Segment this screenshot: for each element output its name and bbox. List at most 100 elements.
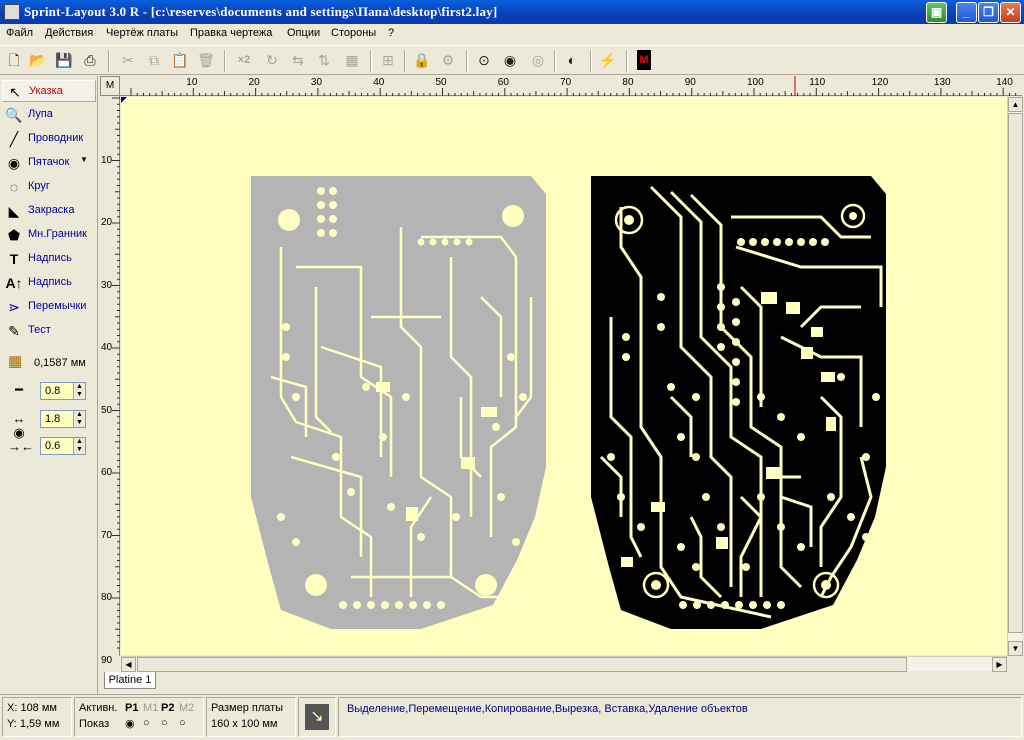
- copy-icon[interactable]: ⧉: [144, 50, 164, 70]
- autoroute-icon[interactable]: ⚡: [598, 50, 618, 70]
- ruler-label: 60: [497, 77, 509, 88]
- tool-jumper[interactable]: ⋗ Перемычки: [2, 296, 96, 318]
- pad-outer-input[interactable]: 1.8 ▲ ▼: [40, 410, 86, 428]
- restore-button[interactable]: ❐: [978, 2, 999, 23]
- layer-m1[interactable]: M1: [143, 702, 158, 714]
- scroll-down-icon[interactable]: ▼: [1008, 641, 1023, 656]
- spin-arrows-icon[interactable]: ▲ ▼: [73, 438, 85, 454]
- paste-icon[interactable]: 📋: [170, 50, 190, 70]
- track-width-icon: ━: [15, 382, 23, 397]
- pointer-icon: ↖: [9, 84, 21, 100]
- menu-actions[interactable]: Действия: [45, 27, 93, 39]
- print-icon[interactable]: ⎙: [80, 50, 100, 70]
- group-icon[interactable]: ▦: [342, 50, 362, 70]
- pad-size-icon: ↔ ◉ →←: [8, 411, 34, 454]
- ruler-label: 10: [186, 77, 198, 88]
- layer-m2[interactable]: M2: [179, 702, 194, 714]
- transparency-icon[interactable]: ◐: [562, 50, 582, 70]
- layer-p2[interactable]: P2: [161, 702, 174, 714]
- menu-file[interactable]: Файл: [6, 27, 33, 39]
- mirror-vertical-icon[interactable]: ⇅: [314, 50, 334, 70]
- open-folder-icon[interactable]: 📂: [28, 50, 48, 70]
- tool-test[interactable]: ✎ Тест: [2, 320, 96, 342]
- grid-icon[interactable]: ▦: [8, 354, 24, 370]
- scroll-up-icon[interactable]: ▲: [1008, 97, 1023, 112]
- title-bar: Sprint-Layout 3.0 R - [c:\reserves\docum…: [0, 0, 1024, 24]
- tool-label: Лупа: [28, 108, 53, 120]
- separator: [466, 50, 468, 72]
- separator: [370, 50, 372, 72]
- track-icon: ╱: [9, 131, 19, 147]
- ruler-label: 10: [101, 154, 113, 166]
- menu-edit[interactable]: Правка чертежа: [190, 27, 272, 39]
- show-m2-radio[interactable]: ○: [179, 717, 186, 729]
- delete-icon[interactable]: 🗑: [196, 50, 216, 70]
- tool-pad[interactable]: ◉ Пятачок ▼: [2, 152, 96, 174]
- unlock-icon[interactable]: ⚙: [438, 50, 458, 70]
- zoom-objects-icon[interactable]: ◉: [500, 50, 520, 70]
- menu-help[interactable]: ?: [388, 27, 394, 39]
- show-p2-radio[interactable]: ○: [161, 717, 168, 729]
- hint-panel: Выделение,Перемещение,Копирование,Вырезк…: [338, 697, 1022, 737]
- align-icon[interactable]: ⊞: [378, 50, 398, 70]
- minimize-button[interactable]: _: [956, 2, 977, 23]
- pad-inner-value: 0.6: [45, 440, 61, 452]
- layer-p1[interactable]: P1: [125, 702, 138, 714]
- tool-text-sub[interactable]: A↑ Надпись: [2, 272, 96, 294]
- tool-magnifier[interactable]: 🔍 Лупа: [2, 104, 96, 126]
- separator: [404, 50, 406, 72]
- vertical-scroll-thumb[interactable]: [1008, 113, 1023, 633]
- scroll-left-icon[interactable]: ◀: [121, 657, 136, 672]
- test-icon: ✎: [8, 323, 20, 339]
- horizontal-scroll-thumb[interactable]: [137, 657, 907, 672]
- pad-inner-input[interactable]: 0.6 ▲ ▼: [40, 437, 86, 455]
- show-p1-radio[interactable]: ◉: [125, 717, 135, 730]
- ruler-corner[interactable]: M: [100, 76, 120, 96]
- show-label: Показ: [79, 718, 110, 730]
- zoom-board-icon[interactable]: ⊙: [474, 50, 494, 70]
- tool-label: Пятачок: [28, 156, 70, 168]
- horizontal-ruler: 10 20 30 40 50 60 70 80 90 100 110 120 130 140: [120, 76, 1022, 96]
- duplicate-icon[interactable]: ×2: [234, 50, 254, 70]
- tool-pointer[interactable]: ↖ Указка: [2, 80, 96, 102]
- menu-options[interactable]: Опции: [287, 27, 320, 39]
- lock-icon[interactable]: 🔒: [412, 50, 432, 70]
- pcb-canvas[interactable]: [121, 97, 1007, 655]
- cut-icon[interactable]: ✂: [118, 50, 138, 70]
- menu-board[interactable]: Чертёж платы: [106, 27, 178, 39]
- app-icon[interactable]: [4, 4, 20, 20]
- tool-panel: ↖ Указка 🔍 Лупа ╱ Проводник ◉ Пятачок ▼ …: [0, 76, 98, 696]
- extra-window-icon[interactable]: ▣: [926, 2, 947, 23]
- scroll-right-icon[interactable]: ▶: [992, 657, 1007, 672]
- show-m1-radio[interactable]: ○: [143, 717, 150, 729]
- layer-panel: Активн. P1 M1 P2 M2 Показ ◉ ○ ○ ○: [74, 697, 204, 737]
- ruler-label: 60: [101, 467, 113, 478]
- ruler-label: 40: [373, 77, 385, 88]
- tool-circle[interactable]: ◌ Круг: [2, 176, 96, 198]
- tool-label: Указка: [29, 85, 63, 97]
- menu-sides[interactable]: Стороны: [331, 27, 376, 39]
- close-button[interactable]: ✕: [1000, 2, 1021, 23]
- grid-value[interactable]: 0,1587 мм: [34, 357, 86, 369]
- track-width-input[interactable]: 0.8 ▲ ▼: [40, 382, 86, 400]
- macro-icon[interactable]: M: [637, 50, 651, 70]
- chevron-down-icon[interactable]: ▼: [80, 155, 88, 164]
- rotate-icon[interactable]: ↻: [262, 50, 282, 70]
- tool-fill[interactable]: ◣ Закраска: [2, 200, 96, 222]
- mirror-horizontal-icon[interactable]: ⇆: [288, 50, 308, 70]
- new-file-icon[interactable]: 🗋: [4, 50, 24, 70]
- tool-polygon[interactable]: ⬟ Мн.Гранник: [2, 224, 96, 246]
- vertical-scrollbar[interactable]: ▲ ▼: [1007, 97, 1023, 656]
- tool-text[interactable]: T Надпись: [2, 248, 96, 270]
- spin-arrows-icon[interactable]: ▲ ▼: [73, 411, 85, 427]
- spin-arrows-icon[interactable]: ▲ ▼: [73, 383, 85, 399]
- board-size-label: Размер платы: [211, 702, 284, 714]
- tab-platine-1[interactable]: Platine 1: [104, 672, 156, 689]
- zoom-selection-icon[interactable]: ◎: [528, 50, 548, 70]
- pad-icon: ◉: [7, 155, 21, 171]
- tool-track[interactable]: ╱ Проводник: [2, 128, 96, 150]
- save-icon[interactable]: 💾: [54, 50, 74, 70]
- ruler-label: 140: [996, 77, 1013, 88]
- top-layer-board: [591, 176, 886, 629]
- horizontal-scrollbar[interactable]: ◀ ▶: [121, 656, 1007, 672]
